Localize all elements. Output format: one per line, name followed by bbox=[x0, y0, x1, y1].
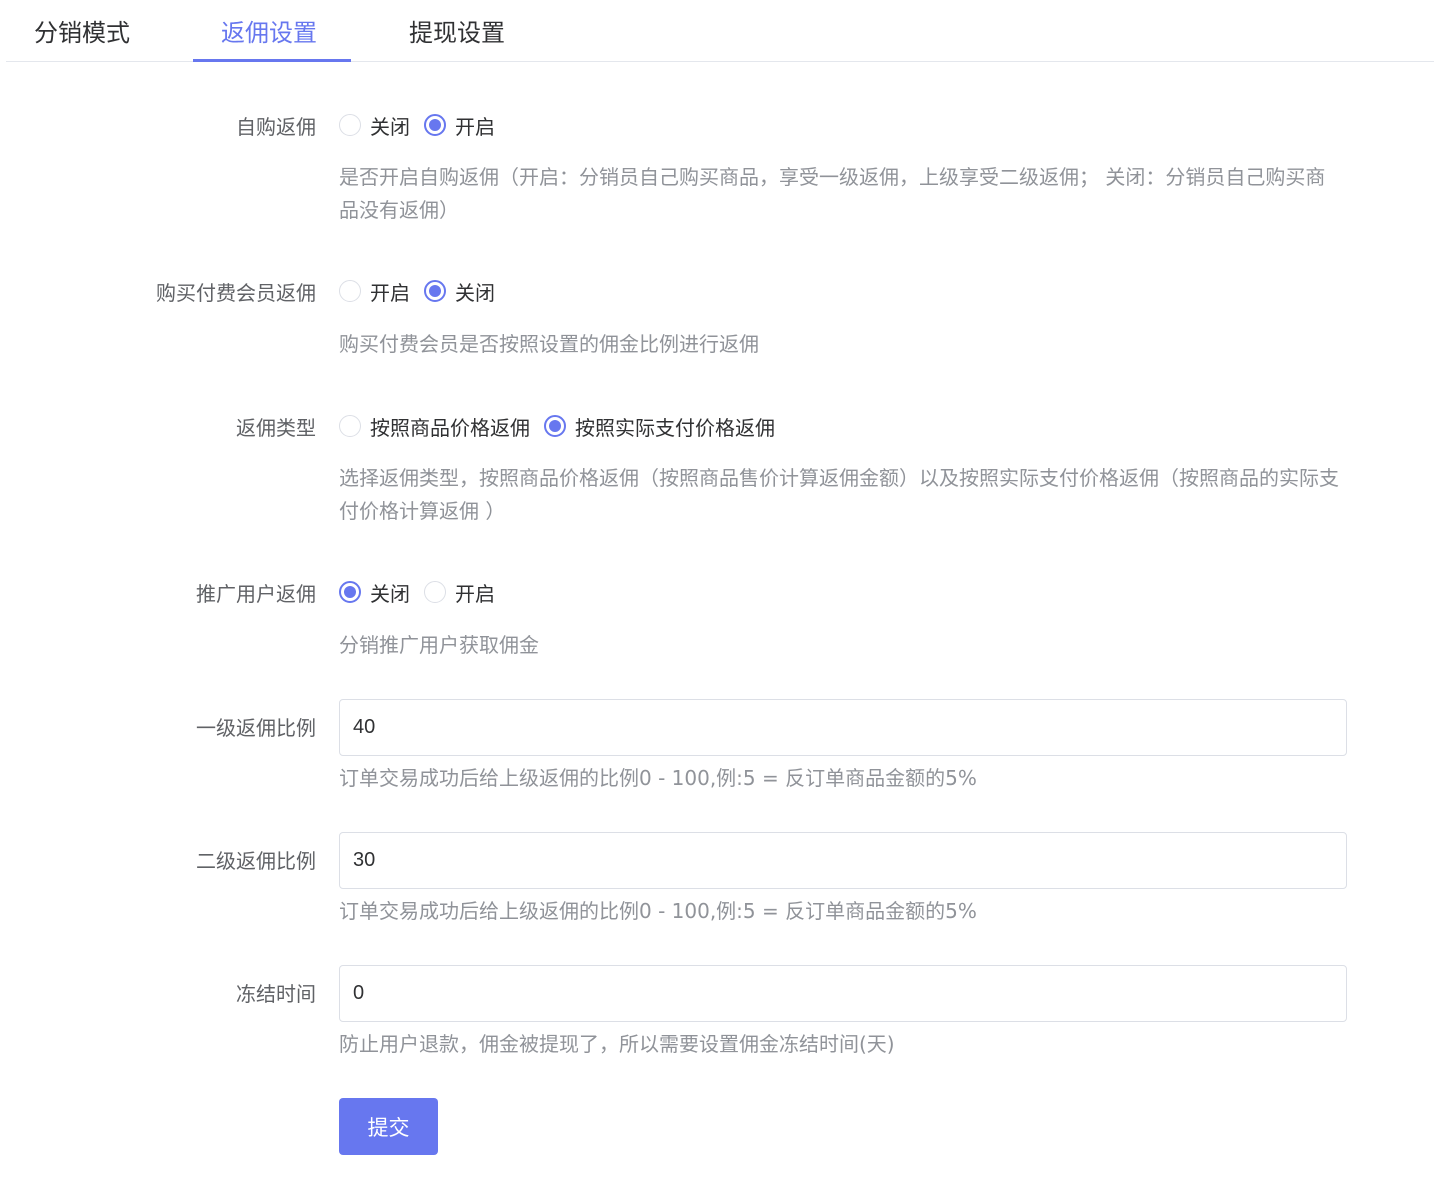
radio-circle-icon[interactable] bbox=[339, 114, 361, 136]
commission-type-radio-group: 按照商品价格返佣 按照实际支付价格返佣 bbox=[339, 411, 789, 441]
radio-label: 关闭 bbox=[370, 581, 410, 606]
commission-type-help: 选择返佣类型，按照商品价格返佣（按照商品售价计算返佣金额）以及按照实际支付价格返… bbox=[339, 466, 1339, 523]
commission-type-radio-product-price[interactable]: 按照商品价格返佣 bbox=[339, 412, 530, 441]
radio-checked-icon[interactable] bbox=[339, 581, 361, 603]
promote-user-radio-group: 关闭 开启 bbox=[339, 577, 509, 607]
paid-member-radio-on[interactable]: 开启 bbox=[339, 277, 410, 306]
level1-ratio-label: 一级返佣比例 bbox=[196, 716, 316, 740]
radio-circle-icon[interactable] bbox=[339, 415, 361, 437]
radio-checked-icon[interactable] bbox=[544, 415, 566, 437]
self-purchase-label: 自购返佣 bbox=[236, 115, 316, 139]
level2-ratio-label: 二级返佣比例 bbox=[196, 849, 316, 873]
freeze-time-field bbox=[339, 965, 1347, 1022]
self-purchase-radio-off[interactable]: 关闭 bbox=[339, 111, 410, 140]
self-purchase-radio-group: 关闭 开启 bbox=[339, 110, 509, 140]
radio-label: 开启 bbox=[370, 280, 410, 305]
level2-ratio-field bbox=[339, 832, 1347, 889]
paid-member-label: 购买付费会员返佣 bbox=[156, 281, 316, 305]
promote-user-radio-off[interactable]: 关闭 bbox=[339, 578, 410, 607]
radio-circle-icon[interactable] bbox=[424, 581, 446, 603]
radio-label: 开启 bbox=[455, 114, 495, 139]
paid-member-help: 购买付费会员是否按照设置的佣金比例进行返佣 bbox=[339, 332, 759, 356]
paid-member-radio-off[interactable]: 关闭 bbox=[424, 277, 495, 306]
self-purchase-help: 是否开启自购返佣（开启：分销员自己购买商品，享受一级返佣，上级享受二级返佣； 关… bbox=[339, 165, 1326, 222]
radio-checked-icon[interactable] bbox=[424, 114, 446, 136]
freeze-time-input[interactable] bbox=[340, 966, 1346, 1021]
promote-user-label: 推广用户返佣 bbox=[196, 582, 316, 606]
level1-ratio-input[interactable] bbox=[340, 700, 1346, 755]
submit-button[interactable]: 提交 bbox=[339, 1098, 438, 1155]
freeze-time-help: 防止用户退款，佣金被提现了，所以需要设置佣金冻结时间(天) bbox=[339, 1032, 895, 1056]
paid-member-radio-group: 开启 关闭 bbox=[339, 276, 509, 306]
level2-ratio-input[interactable] bbox=[340, 833, 1346, 888]
promote-user-help: 分销推广用户获取佣金 bbox=[339, 633, 539, 657]
active-tab-indicator bbox=[193, 59, 351, 62]
freeze-time-label: 冻结时间 bbox=[236, 982, 316, 1006]
radio-label: 开启 bbox=[455, 581, 495, 606]
commission-type-label: 返佣类型 bbox=[236, 416, 316, 440]
promote-user-radio-on[interactable]: 开启 bbox=[424, 578, 495, 607]
radio-label: 关闭 bbox=[455, 280, 495, 305]
tab-commission-settings[interactable]: 返佣设置 bbox=[221, 0, 317, 62]
radio-checked-icon[interactable] bbox=[424, 280, 446, 302]
level1-ratio-field bbox=[339, 699, 1347, 756]
commission-type-radio-paid-price[interactable]: 按照实际支付价格返佣 bbox=[544, 412, 775, 441]
radio-label: 关闭 bbox=[370, 114, 410, 139]
tab-bar: 分销模式 返佣设置 提现设置 bbox=[6, 0, 1434, 62]
radio-circle-icon[interactable] bbox=[339, 280, 361, 302]
level1-ratio-help: 订单交易成功后给上级返佣的比例0 - 100,例:5 = 反订单商品金额的5% bbox=[339, 766, 977, 790]
radio-label: 按照商品价格返佣 bbox=[370, 415, 530, 440]
tab-distribution-mode[interactable]: 分销模式 bbox=[34, 0, 130, 62]
tab-withdrawal-settings[interactable]: 提现设置 bbox=[409, 0, 505, 62]
self-purchase-radio-on[interactable]: 开启 bbox=[424, 111, 495, 140]
level2-ratio-help: 订单交易成功后给上级返佣的比例0 - 100,例:5 = 反订单商品金额的5% bbox=[339, 899, 977, 923]
radio-label: 按照实际支付价格返佣 bbox=[575, 415, 775, 440]
